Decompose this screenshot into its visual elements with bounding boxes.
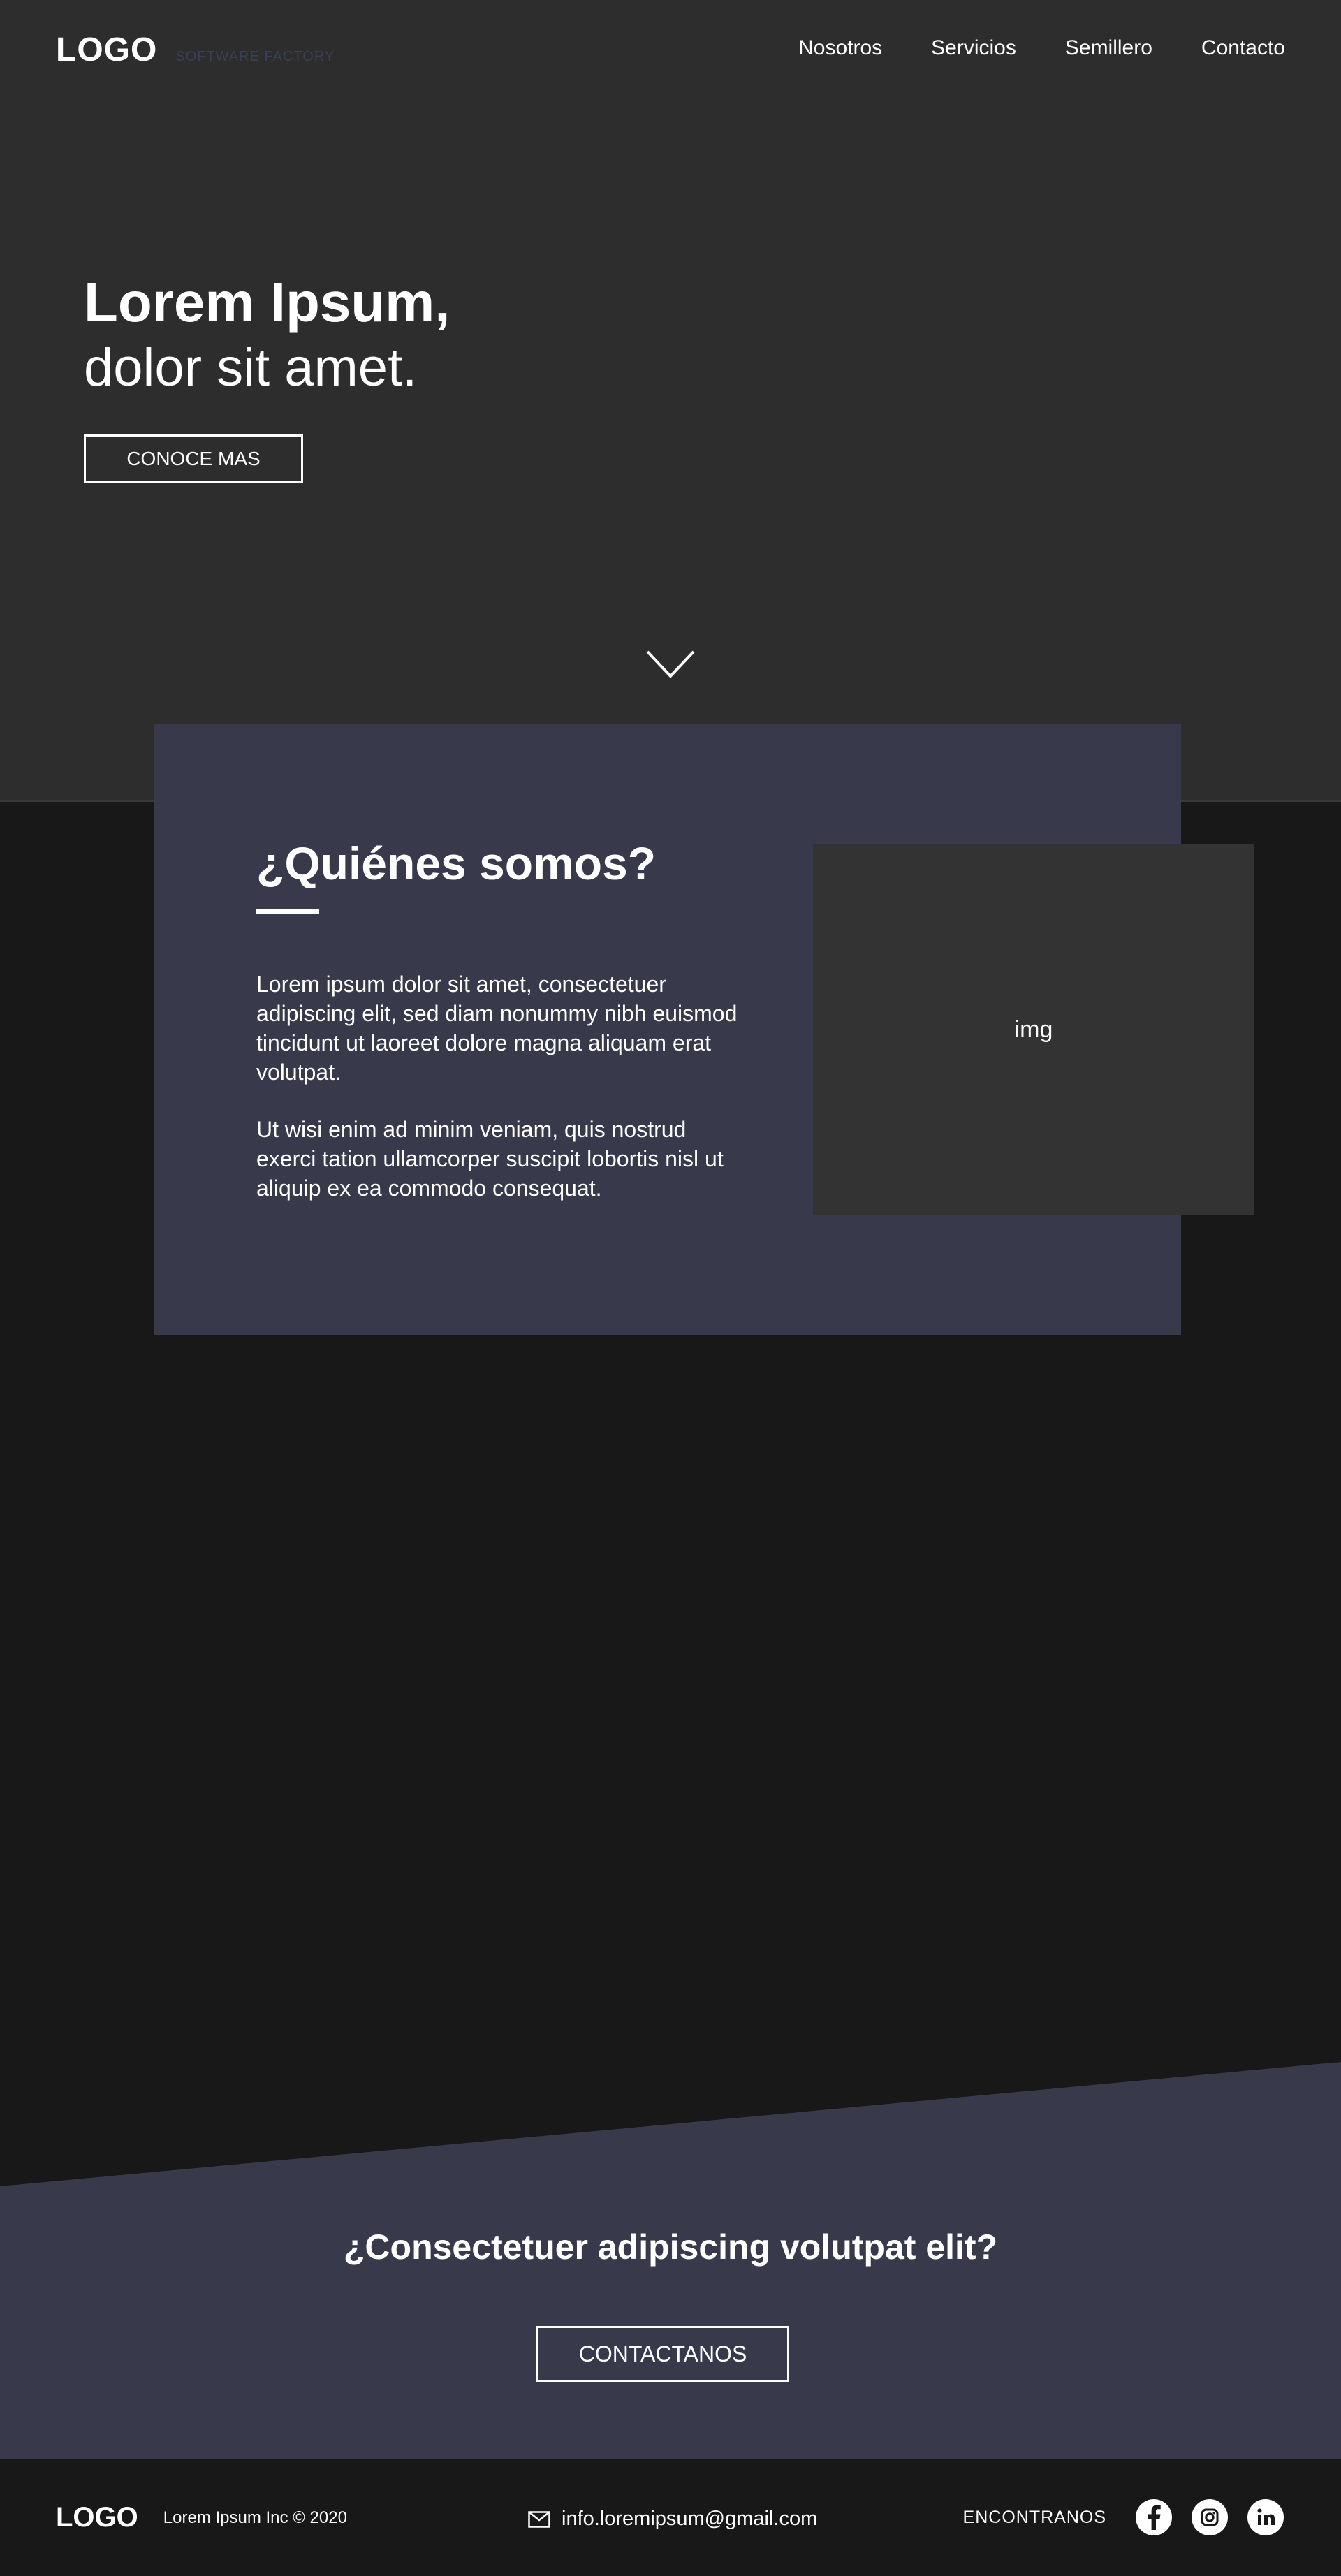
mail-icon xyxy=(528,2510,550,2528)
title-underline xyxy=(256,909,319,914)
social-links: ENCONTRANOS xyxy=(963,2499,1284,2535)
contact-button[interactable]: CONTACTANOS xyxy=(536,2326,789,2382)
footer-logo[interactable]: LOGO xyxy=(56,2502,138,2533)
footer: LOGO Lorem Ipsum Inc © 2020 info.loremip… xyxy=(0,2459,1341,2576)
cta-title: ¿Consectetuer adipiscing volutpat elit? xyxy=(343,2227,998,2267)
footer-brand: LOGO Lorem Ipsum Inc © 2020 xyxy=(56,2502,347,2533)
image-placeholder-label: img xyxy=(1014,1016,1053,1043)
instagram-icon[interactable] xyxy=(1192,2499,1228,2535)
linkedin-icon[interactable] xyxy=(1247,2499,1284,2535)
social-label: ENCONTRANOS xyxy=(962,2507,1106,2527)
about-paragraph: Ut wisi enim ad minim veniam, quis nostr… xyxy=(256,1117,724,1201)
about-paragraph: Lorem ipsum dolor sit amet, consectetuer… xyxy=(256,972,738,1085)
footer-email[interactable]: info.loremipsum@gmail.com xyxy=(528,2508,817,2531)
email-link[interactable]: info.loremipsum@gmail.com xyxy=(562,2508,817,2531)
facebook-icon[interactable] xyxy=(1136,2499,1172,2535)
image-placeholder: img xyxy=(813,844,1254,1215)
copyright: Lorem Ipsum Inc © 2020 xyxy=(163,2508,347,2527)
about-body: Lorem ipsum dolor sit amet, consectetuer… xyxy=(256,969,738,1231)
about-title: ¿Quiénes somos? xyxy=(256,837,657,889)
